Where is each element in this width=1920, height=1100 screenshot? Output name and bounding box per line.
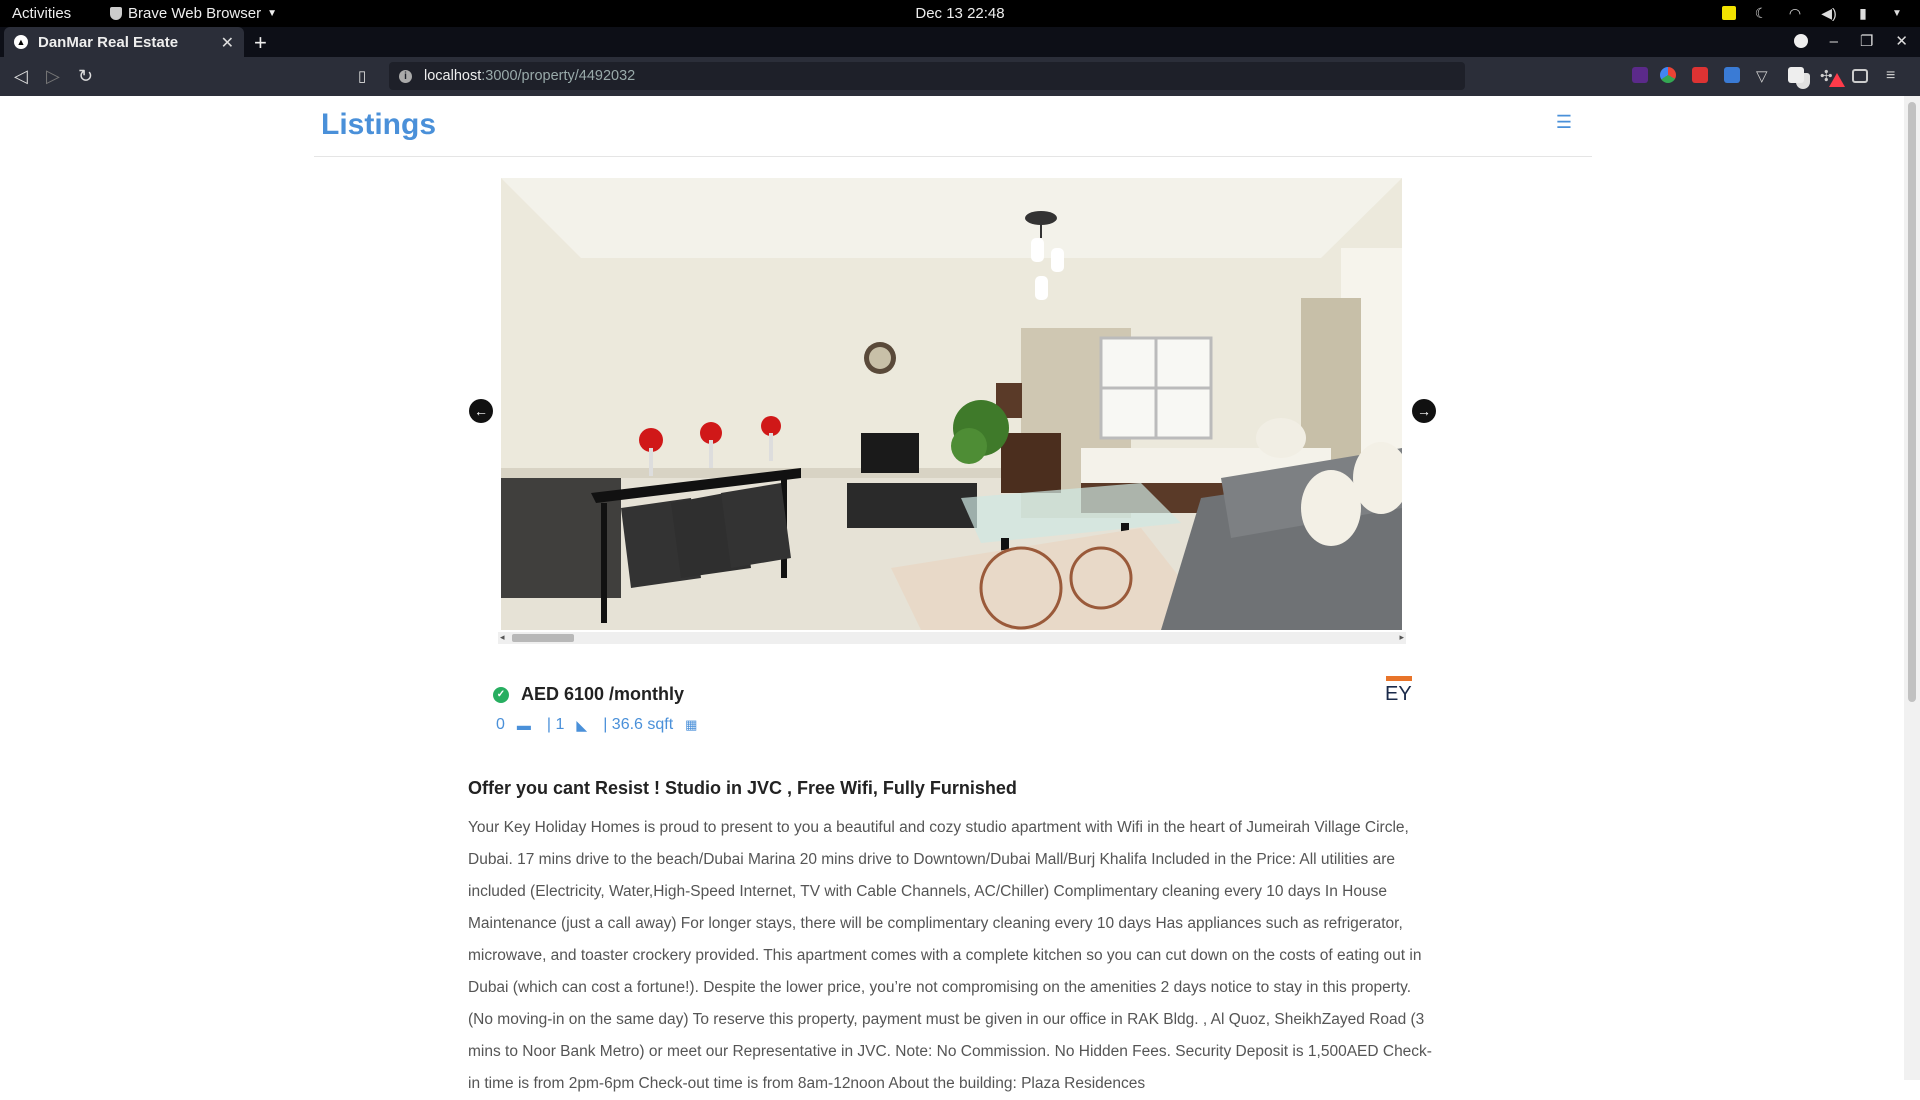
notes-indicator-icon[interactable] xyxy=(1722,6,1736,20)
site-info-icon[interactable]: i xyxy=(399,69,412,83)
hamburger-menu-icon[interactable]: ☰ xyxy=(1556,112,1572,133)
tab-danmar[interactable]: ▲ DanMar Real Estate ✕ xyxy=(4,27,244,57)
carousel-prev-button[interactable]: ← xyxy=(469,399,493,423)
listing-price: AED 6100 /monthly xyxy=(521,684,685,704)
page-scroll-thumb[interactable] xyxy=(1908,102,1916,702)
url-path: :3000/property/4492032 xyxy=(481,68,636,84)
bedrooms-count: 0 xyxy=(496,716,505,733)
page-scrollbar[interactable] xyxy=(1904,96,1920,1080)
extension-chrome-icon[interactable] xyxy=(1660,67,1676,83)
reload-button[interactable]: ↻ xyxy=(78,66,93,87)
bath-icon: ◣ xyxy=(576,716,588,733)
browser-toolbar: ◁ ▷ ↻ ▯ i localhost:3000/property/449203… xyxy=(0,57,1920,96)
carousel-scroll-thumb[interactable] xyxy=(512,634,574,642)
system-menu-caret-icon[interactable]: ▼ xyxy=(1888,4,1906,22)
grid-icon: ▦ xyxy=(685,717,698,732)
site-favicon-icon: ▲ xyxy=(14,35,28,49)
forward-button[interactable]: ▷ xyxy=(46,66,60,87)
close-tab-icon[interactable]: ✕ xyxy=(221,33,234,53)
url-host: localhost xyxy=(424,68,482,84)
brave-lion-icon xyxy=(110,7,122,20)
site-header: Listings ☰ xyxy=(314,96,1592,157)
carousel-next-button[interactable]: → xyxy=(1412,399,1436,423)
browser-menu-icon[interactable]: ≡ xyxy=(1886,67,1902,84)
window-controls: – ❐ ✕ xyxy=(1793,32,1908,50)
close-window-button[interactable]: ✕ xyxy=(1895,32,1908,50)
restore-button[interactable]: ❐ xyxy=(1860,32,1873,50)
area-size: | 36.6 sqft xyxy=(603,716,674,733)
extension-purple-icon[interactable] xyxy=(1632,67,1648,83)
svg-text:EY: EY xyxy=(1385,683,1412,704)
page-viewport: Listings ☰ ← → ◂ ▸ ✓ AED 6100 /monthly 0… xyxy=(0,96,1920,1092)
back-button[interactable]: ◁ xyxy=(14,66,28,87)
property-photo-carousel[interactable] xyxy=(501,178,1402,630)
extension-vee-icon[interactable]: ▽ xyxy=(1756,67,1772,85)
minimize-button[interactable]: – xyxy=(1830,33,1838,50)
activities-button[interactable]: Activities xyxy=(12,5,71,22)
scroll-left-icon[interactable]: ◂ xyxy=(500,632,505,643)
wifi-icon[interactable]: ◠ xyxy=(1786,4,1804,22)
bathrooms-count: | 1 xyxy=(546,716,565,733)
bookmark-icon[interactable]: ▯ xyxy=(358,67,366,85)
system-top-bar: Activities Brave Web Browser ▼ Dec 13 22… xyxy=(0,0,1920,27)
new-tab-button[interactable]: + xyxy=(254,30,267,56)
site-brand-link[interactable]: Listings xyxy=(321,108,436,142)
extension-blue-icon[interactable] xyxy=(1724,67,1740,83)
listing-title: Offer you cant Resist ! Studio in JVC , … xyxy=(468,778,1017,798)
property-photo xyxy=(501,178,1402,630)
downloads-icon[interactable] xyxy=(1793,34,1808,48)
wallet-icon[interactable] xyxy=(1852,69,1868,83)
carousel-scrollbar[interactable]: ◂ ▸ xyxy=(498,632,1406,644)
system-tray[interactable]: ☾ ◠ ◀) ▮ ▼ xyxy=(1722,4,1906,22)
clock[interactable]: Dec 13 22:48 xyxy=(915,5,1004,22)
agency-logo: EY xyxy=(1385,676,1412,704)
price-row: ✓ AED 6100 /monthly xyxy=(493,684,684,705)
address-bar[interactable]: i localhost:3000/property/4492032 xyxy=(389,62,1845,90)
listing-description: Your Key Holiday Homes is proud to prese… xyxy=(468,819,1432,1092)
volume-icon[interactable]: ◀) xyxy=(1820,4,1838,22)
extension-calendar-icon[interactable] xyxy=(1788,67,1804,83)
bed-icon: ▬ xyxy=(516,717,531,733)
tab-title: DanMar Real Estate xyxy=(38,33,179,51)
extensions-puzzle-icon[interactable]: ✣ xyxy=(1820,67,1836,85)
listing-specs: 0 ▬ | 1 ◣ | 36.6 sqft ▦ xyxy=(496,716,709,734)
tab-strip: ▲ DanMar Real Estate ✕ + – ❐ ✕ xyxy=(0,27,1920,57)
app-menu[interactable]: Brave Web Browser ▼ xyxy=(110,5,277,22)
scroll-right-icon[interactable]: ▸ xyxy=(1399,632,1404,643)
verified-check-icon: ✓ xyxy=(493,686,509,703)
extension-red-icon[interactable] xyxy=(1692,67,1708,83)
night-light-icon[interactable]: ☾ xyxy=(1752,4,1770,22)
app-menu-label: Brave Web Browser xyxy=(128,5,262,22)
battery-icon[interactable]: ▮ xyxy=(1854,4,1872,22)
caret-down-icon: ▼ xyxy=(267,8,278,19)
